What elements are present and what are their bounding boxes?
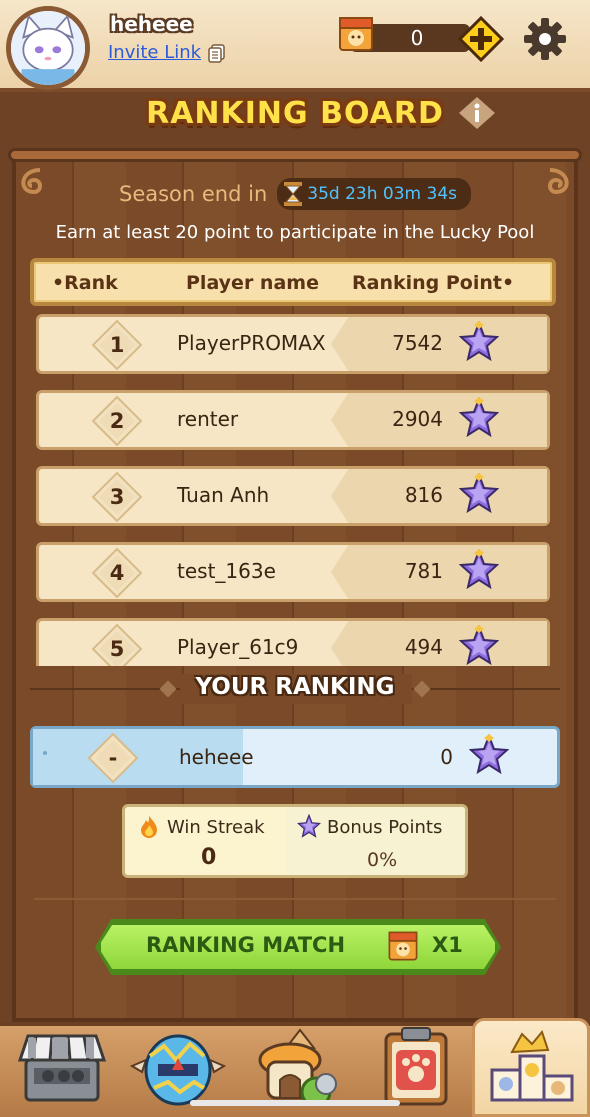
fire-icon <box>141 816 157 838</box>
ranking-star-icon <box>459 625 499 666</box>
your-ranking-title: YOUR RANKING <box>195 674 395 700</box>
header-player-name: Player name <box>186 272 319 294</box>
ranking-points: 816 <box>404 483 443 507</box>
gear-icon[interactable] <box>522 16 568 62</box>
table-row[interactable]: 3 Tuan Anh 816 <box>36 466 550 526</box>
ranking-star-icon <box>469 734 509 775</box>
table-row[interactable]: 5 Player_61c9 494 <box>36 618 550 666</box>
match-divider <box>34 898 556 900</box>
season-countdown: Season end in 35d 23h 03m 34s <box>0 178 590 210</box>
my-rank-number: - <box>108 746 118 770</box>
page-title: RANKING BOARD <box>146 96 444 131</box>
my-player-name: heheee <box>179 745 254 769</box>
win-streak-value: 0 <box>201 845 217 870</box>
lucky-pool-notice: Earn at least 20 point to participate in… <box>55 222 535 243</box>
table-row[interactable]: 4 test_163e 781 <box>36 542 550 602</box>
username: heheee <box>110 12 193 36</box>
player-name: test_163e <box>177 559 276 583</box>
home-indicator[interactable] <box>190 1100 400 1106</box>
bonus-points-label: Bonus Points <box>327 817 443 838</box>
ticket-count: 0 <box>410 26 424 50</box>
player-name: renter <box>177 407 239 431</box>
hourglass-icon <box>284 182 303 206</box>
board-top-rail <box>8 148 582 162</box>
rank-number: 5 <box>109 637 125 661</box>
house-icon[interactable] <box>250 1026 350 1106</box>
player-name: Player_61c9 <box>177 635 299 659</box>
season-label: Season end in <box>118 182 268 206</box>
egg-icon[interactable] <box>128 1026 228 1106</box>
bonus-star-icon <box>297 814 321 838</box>
invite-link-label: Invite Link <box>108 42 202 63</box>
player-name: PlayerPROMAX <box>177 331 326 355</box>
ranking-match-cost: X1 <box>432 933 463 957</box>
season-timer-text: 35d 23h 03m 34s <box>307 184 457 204</box>
ticket-icon <box>339 17 373 51</box>
ranking-star-icon <box>459 321 499 362</box>
ranking-star-icon <box>459 549 499 590</box>
win-streak-label: Win Streak <box>167 817 265 838</box>
my-ranking-row[interactable]: - heheee 0 <box>30 726 560 788</box>
rank-number: 1 <box>109 333 125 357</box>
clipboard-icon[interactable] <box>370 1026 470 1106</box>
player-name: Tuan Anh <box>177 483 270 507</box>
ranking-points: 494 <box>404 635 443 659</box>
ranking-points: 2904 <box>392 407 443 431</box>
table-row[interactable]: 1 PlayerPROMAX 7542 <box>36 314 550 374</box>
add-ticket-button[interactable] <box>458 16 504 62</box>
podium-icon[interactable] <box>482 1026 582 1106</box>
ranking-points: 781 <box>404 559 443 583</box>
ranking-points: 7542 <box>392 331 443 355</box>
cat-avatar-icon <box>11 11 85 85</box>
season-timer: 35d 23h 03m 34s <box>277 178 471 210</box>
header-rank: •Rank <box>52 272 118 294</box>
bonus-points-value: 0% <box>367 849 398 871</box>
table-header: •Rank Player name Ranking Point• <box>30 258 556 306</box>
ranking-match-label[interactable]: RANKING MATCH <box>146 933 345 957</box>
shop-icon[interactable] <box>12 1026 112 1106</box>
ranking-star-icon <box>459 473 499 514</box>
ranking-list[interactable]: 1 PlayerPROMAX 7542 2 renter 2904 3 Tuan… <box>36 314 550 666</box>
ticket-icon <box>388 931 418 961</box>
copy-icon[interactable] <box>207 43 227 63</box>
avatar[interactable] <box>6 6 90 90</box>
rank-number: 3 <box>109 485 125 509</box>
rank-number: 4 <box>109 561 125 585</box>
info-icon[interactable] <box>458 96 496 130</box>
my-ranking-points: 0 <box>440 745 453 769</box>
ranking-stats-panel: Win Streak 0 Bonus Points 0% <box>122 804 468 878</box>
invite-link[interactable]: Invite Link <box>108 42 227 63</box>
row-dot <box>43 751 47 755</box>
ranking-star-icon <box>459 397 499 438</box>
header-ranking-point: Ranking Point• <box>352 272 515 294</box>
rank-number: 2 <box>109 409 125 433</box>
table-row[interactable]: 2 renter 2904 <box>36 390 550 450</box>
